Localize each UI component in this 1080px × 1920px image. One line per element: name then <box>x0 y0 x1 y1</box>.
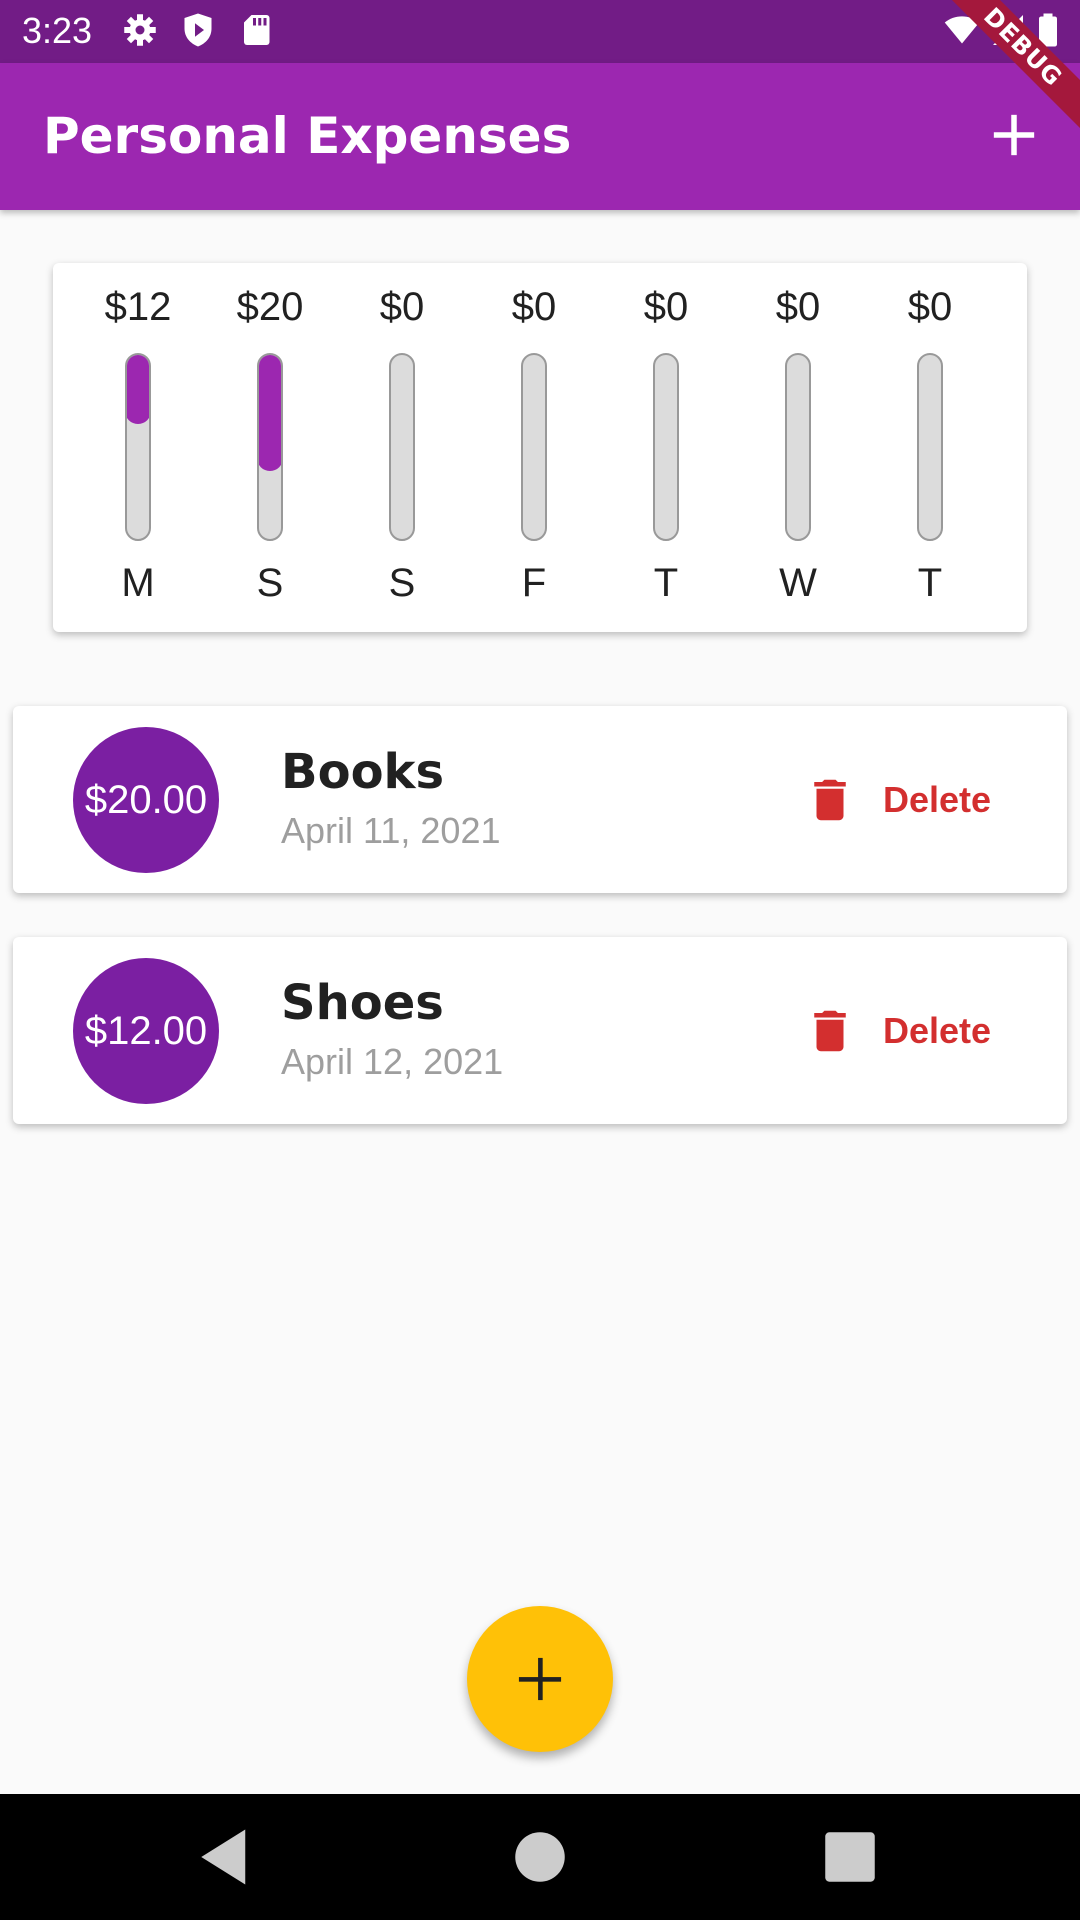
status-time: 3:23 <box>22 10 93 51</box>
bar-amount-label: $0 <box>643 285 689 329</box>
bar-amount-label: $0 <box>379 285 425 329</box>
gear-icon <box>124 14 156 46</box>
transaction-title: Shoes <box>281 975 444 1031</box>
wifi-icon <box>944 16 980 44</box>
delete-label: Delete <box>883 779 992 820</box>
bar-fill <box>259 355 281 471</box>
bar-day-label: S <box>256 561 284 605</box>
plus-icon <box>518 1657 562 1701</box>
cell-signal-icon <box>993 15 1023 45</box>
chart-bar: $0 T <box>600 263 732 632</box>
bar-amount-label: $0 <box>775 285 821 329</box>
bar-fill <box>127 355 149 424</box>
trash-icon <box>814 779 846 821</box>
bar-track <box>653 353 679 541</box>
system-nav-bar <box>0 1794 1080 1920</box>
shield-play-icon <box>184 13 212 47</box>
recents-icon[interactable] <box>817 1824 883 1890</box>
bar-day-label: T <box>653 561 679 605</box>
chart-bar: $0 T <box>864 263 996 632</box>
chart-bar: $20 S <box>204 263 336 632</box>
bar-day-label: S <box>388 561 416 605</box>
weekly-chart: $12 M $20 S $0 S $0 F $0 T $0 W $0 T <box>53 263 1027 632</box>
bar-day-label: W <box>779 561 817 605</box>
bar-day-label: T <box>917 561 943 605</box>
transaction-card: $12.00 Shoes April 12, 2021 Delete <box>13 937 1067 1124</box>
chart-bar: $0 W <box>732 263 864 632</box>
transaction-title: Books <box>281 744 445 800</box>
trash-icon <box>814 1010 846 1052</box>
transaction-date: April 12, 2021 <box>281 1041 504 1082</box>
transaction-card: $20.00 Books April 11, 2021 Delete <box>13 706 1067 893</box>
bar-track <box>521 353 547 541</box>
delete-button[interactable]: Delete <box>803 1003 991 1059</box>
bar-track <box>125 353 151 541</box>
battery-icon <box>1039 13 1057 47</box>
chart-bar: $12 M <box>72 263 204 632</box>
chart-bar: $0 S <box>336 263 468 632</box>
status-bar: 3:23 <box>0 0 1080 63</box>
bar-track <box>389 353 415 541</box>
bar-amount-label: $20 <box>236 285 304 329</box>
chart-bar: $0 F <box>468 263 600 632</box>
app-bar: Personal Expenses <box>0 63 1080 210</box>
bar-amount-label: $0 <box>907 285 953 329</box>
bar-day-label: M <box>121 561 155 605</box>
sd-card-icon <box>244 15 270 45</box>
bar-track <box>785 353 811 541</box>
back-icon[interactable] <box>193 1824 259 1890</box>
transaction-date: April 11, 2021 <box>281 810 501 851</box>
amount-avatar: $20.00 <box>73 727 219 873</box>
bar-track <box>257 353 283 541</box>
delete-button[interactable]: Delete <box>803 772 991 828</box>
plus-icon <box>993 114 1035 156</box>
add-transaction-fab[interactable] <box>467 1606 613 1752</box>
app-title: Personal Expenses <box>43 107 572 165</box>
add-expense-button[interactable] <box>978 99 1050 171</box>
delete-label: Delete <box>883 1010 992 1051</box>
bar-track <box>917 353 943 541</box>
bar-amount-label: $12 <box>104 285 172 329</box>
bar-amount-label: $0 <box>511 285 557 329</box>
home-icon[interactable] <box>507 1824 573 1890</box>
amount-avatar: $12.00 <box>73 958 219 1104</box>
bar-day-label: F <box>521 561 547 605</box>
